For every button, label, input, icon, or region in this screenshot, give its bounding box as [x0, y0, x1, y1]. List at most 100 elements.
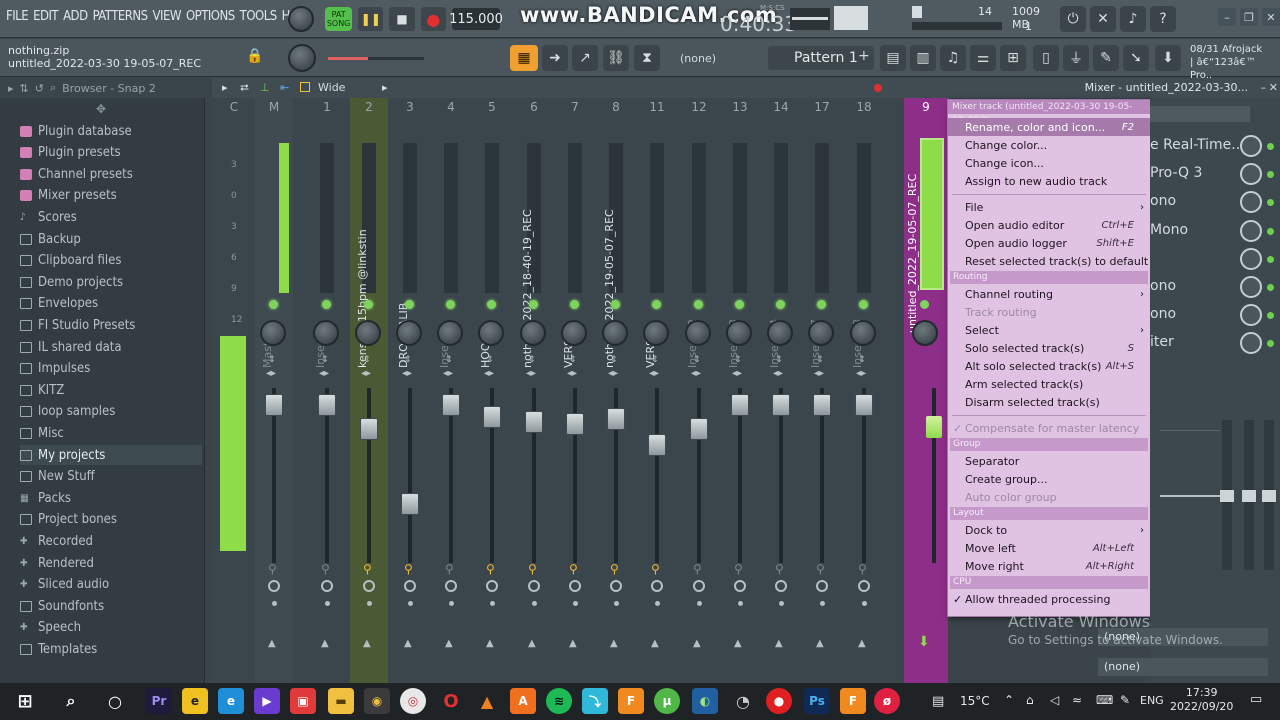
minimize-icon[interactable]: – — [1218, 8, 1236, 26]
mixer-track[interactable]: 13Insert 13⇕◂▸⚲▲ — [721, 98, 759, 683]
record-arm-icon[interactable]: ⚲ — [775, 562, 787, 576]
mixer-track[interactable]: 5 HOOK ⇕ ◂▸ ⚲ ▲ — [473, 98, 511, 683]
swap-channels-icon[interactable]: ◂▸ — [266, 368, 276, 379]
record-button[interactable]: ● — [420, 7, 446, 31]
stereo-separation-icon[interactable]: ⇕ — [858, 354, 866, 367]
stereo-separation-icon[interactable]: ⇕ — [775, 354, 783, 367]
route-arrow-icon[interactable]: ▲ — [486, 638, 494, 649]
fx-toggle-icon[interactable] — [734, 580, 746, 592]
track-9-name[interactable]: untitled_2022_19-05-07_REC — [906, 143, 919, 333]
context-menu-item[interactable]: Open audio logger Shift+E — [948, 234, 1150, 252]
track-volume-fader[interactable] — [525, 411, 543, 433]
route-arrow-icon[interactable]: ▲ — [363, 638, 371, 649]
channel-rack-icon[interactable]: ▥ — [910, 45, 936, 71]
snap-selector[interactable]: (none) — [680, 48, 742, 68]
fx-toggle-icon[interactable] — [651, 580, 663, 592]
wifi-icon[interactable]: ≈ — [1072, 693, 1082, 707]
menu-patterns[interactable]: PATTERNS — [93, 9, 148, 24]
route-arrow-icon[interactable]: ▲ — [268, 638, 276, 649]
fx-toggle-icon[interactable] — [445, 580, 457, 592]
send-dot[interactable] — [408, 601, 413, 606]
track-pan-knob[interactable] — [260, 320, 286, 346]
browser-item[interactable]: ✚ Speech — [20, 618, 81, 638]
route-arrow-icon[interactable]: ▲ — [404, 638, 412, 649]
stereo-separation-icon[interactable]: ⇕ — [569, 354, 577, 367]
collapse-icon[interactable]: ▸ — [8, 82, 14, 95]
effect-slot-label[interactable]: e Real-Time.. — [1150, 137, 1240, 153]
send-dot[interactable] — [614, 601, 619, 606]
record-arm-icon[interactable]: ⚲ — [734, 562, 746, 576]
windows-start-icon[interactable]: ⊞ — [12, 688, 38, 714]
effect-slot-label[interactable]: ono — [1150, 278, 1176, 294]
browser-item[interactable]: Backup — [20, 229, 81, 249]
route-arrow-icon[interactable]: ▲ — [651, 638, 659, 649]
fx-toggle-icon[interactable] — [528, 580, 540, 592]
track-enable-led[interactable] — [652, 300, 661, 309]
menu-file[interactable]: FILE — [6, 9, 29, 24]
swap-channels-icon[interactable]: ◂▸ — [567, 368, 577, 379]
context-menu-item[interactable]: Reset selected track(s) to default — [948, 252, 1150, 270]
stereo-separation-icon[interactable]: ⇕ — [363, 354, 371, 367]
stereo-separation-icon[interactable]: ⇕ — [734, 354, 742, 367]
output-none-2[interactable]: (none) — [1098, 658, 1268, 676]
bandicam-icon[interactable]: ● — [766, 688, 792, 714]
route-arrow-icon[interactable]: ▲ — [693, 638, 701, 649]
send-dot[interactable] — [367, 601, 372, 606]
route-arrow-icon[interactable]: ▲ — [321, 638, 329, 649]
swap-channels-icon[interactable]: ◂▸ — [773, 368, 783, 379]
mixer-track[interactable]: 1 Insert 1 ⇕ ◂▸ ⚲ ▲ — [308, 98, 346, 683]
news-hint[interactable]: 08/31 Afrojack | â€“123â€™ Pro.. — [1190, 43, 1280, 82]
track-pan-knob[interactable] — [478, 320, 504, 346]
effect-slot-label[interactable]: ono — [1150, 193, 1176, 209]
track-enable-led[interactable] — [817, 300, 826, 309]
swap-channels-icon[interactable]: ◂▸ — [608, 368, 618, 379]
send-dot[interactable] — [738, 601, 743, 606]
browser-item[interactable]: Clipboard files — [20, 251, 121, 271]
context-menu-item[interactable]: Channel routing › — [948, 285, 1150, 303]
fl-studio-icon[interactable]: F — [618, 688, 644, 714]
track-pan-knob[interactable] — [396, 320, 422, 346]
context-menu-item[interactable]: Solo selected track(s) S — [948, 339, 1150, 357]
effect-enable-led[interactable] — [1267, 227, 1274, 235]
track-enable-led[interactable] — [364, 300, 373, 309]
track-volume-fader[interactable] — [648, 434, 666, 456]
track-volume-fader[interactable] — [690, 418, 708, 440]
back-icon[interactable]: ↺ — [35, 82, 44, 95]
edge-icon[interactable]: e — [218, 688, 244, 714]
tools-icon[interactable]: ✕ — [1090, 6, 1116, 32]
mixer-track[interactable]: 11 VERSE2 ⇕ ◂▸ ⚲ ▲ — [638, 98, 676, 683]
browser-item[interactable]: Plugin presets — [20, 143, 121, 163]
weather-temperature[interactable]: 15°C — [960, 694, 990, 708]
mixer-track[interactable]: 3DROGBALIB⇕◂▸⚲▲ — [391, 98, 429, 683]
context-menu-item[interactable]: Open audio editor Ctrl+E — [948, 216, 1150, 234]
record-arm-icon[interactable]: ⚲ — [445, 562, 457, 576]
browser-item[interactable]: My projects — [20, 445, 202, 465]
fx-toggle-icon[interactable] — [268, 580, 280, 592]
fx-toggle-icon[interactable] — [321, 580, 333, 592]
context-menu-item[interactable]: Alt solo selected track(s) Alt+S — [948, 357, 1150, 375]
mixer-track[interactable]: 12Insert 12⇕◂▸⚲▲ — [680, 98, 718, 683]
menu-options[interactable]: OPTIONS — [186, 9, 235, 24]
effect-mix-knob[interactable] — [1240, 219, 1262, 242]
browser-item[interactable]: Impulses — [20, 359, 90, 379]
track-enable-led[interactable] — [487, 300, 496, 309]
mixer-track[interactable]: 18Insert 18⇕◂▸⚲▲ — [845, 98, 883, 683]
effect-mix-knob[interactable] — [1240, 276, 1262, 298]
notifications-icon[interactable]: ▭ — [1250, 692, 1262, 707]
send-fader-3[interactable] — [1262, 420, 1276, 570]
route-arrow-icon[interactable]: ▲ — [816, 638, 824, 649]
browser-splitter-icon[interactable]: ✥ — [96, 102, 106, 116]
mixer-track[interactable]: M Master ⇕ ◂▸ ⚲ ▲ — [255, 98, 293, 683]
browser-item[interactable]: ▦ Packs — [20, 488, 71, 508]
track-pan-knob[interactable] — [520, 320, 546, 346]
context-menu-item[interactable]: Arm selected track(s) — [948, 375, 1150, 393]
mixer-snap-icon[interactable]: ⇤ — [280, 81, 289, 94]
send-dot[interactable] — [697, 601, 702, 606]
track-enable-led[interactable] — [859, 300, 868, 309]
effect-slot-label[interactable]: Mono — [1150, 222, 1188, 238]
browser-item[interactable]: KITZ — [20, 380, 64, 400]
record-arm-icon[interactable]: ⚲ — [651, 562, 663, 576]
record-arm-icon[interactable]: ⚲ — [321, 562, 333, 576]
record-arm-icon[interactable]: ⚲ — [693, 562, 705, 576]
track-pan-knob[interactable] — [437, 320, 463, 346]
